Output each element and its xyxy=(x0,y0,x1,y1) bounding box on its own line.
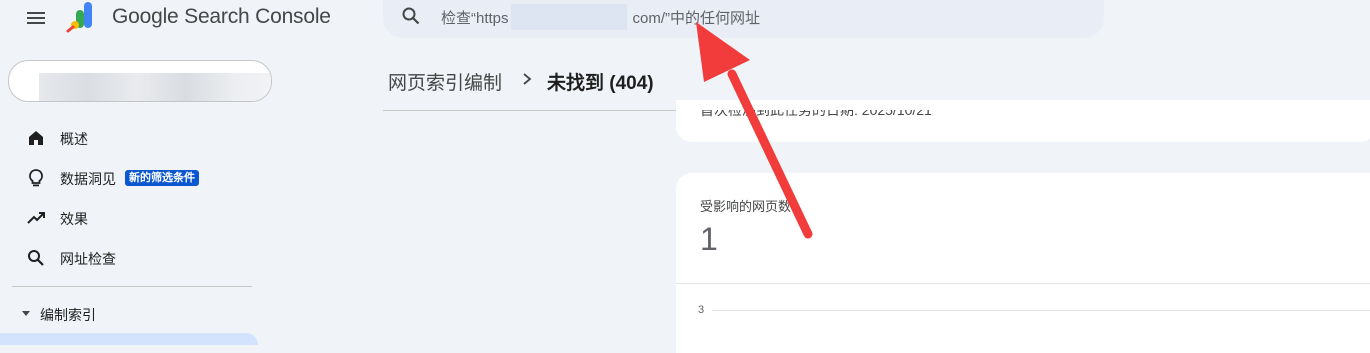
arrow-drop-down-icon xyxy=(22,311,30,316)
card-scroll-cover xyxy=(676,100,1370,110)
sidebar-item-label: 效果 xyxy=(60,211,88,227)
sidebar: Google Search Console 概述 数据洞见 新的筛选条件 效果 … xyxy=(0,0,331,345)
trending-up-icon xyxy=(27,212,45,224)
affected-pages-card: 受影响的网页数 1 3 xyxy=(676,173,1370,353)
new-filter-badge: 新的筛选条件 xyxy=(125,170,199,186)
sidebar-item-performance[interactable]: 效果 xyxy=(0,198,262,238)
product-name: Google Search Console xyxy=(112,5,331,28)
property-selector[interactable] xyxy=(8,60,272,102)
page-title: 未找到 (404) xyxy=(547,73,654,94)
home-icon xyxy=(29,131,43,145)
sidebar-item-label: 概述 xyxy=(60,131,88,147)
placeholder-prefix: 检查“https xyxy=(441,10,509,27)
sidebar-item-label: 网址检查 xyxy=(60,251,116,267)
search-console-logo-icon xyxy=(66,2,92,33)
card-divider xyxy=(676,283,1370,284)
search-icon xyxy=(402,7,420,25)
sidebar-item-overview[interactable]: 概述 xyxy=(0,118,262,158)
sidebar-divider xyxy=(12,286,252,287)
sidebar-item-label: 数据洞见 xyxy=(60,171,116,187)
details-card: 首次检测到此任务的日期: 2025/10/21 xyxy=(676,100,1370,142)
sidebar-section-label: 编制索引 xyxy=(40,307,96,323)
menu-icon[interactable] xyxy=(24,6,48,30)
sidebar-item-active[interactable] xyxy=(0,333,258,345)
sidebar-section-indexing[interactable]: 编制索引 xyxy=(0,300,262,326)
metric-label: 受影响的网页数 xyxy=(700,199,792,214)
property-name-redacted xyxy=(39,73,271,101)
placeholder-suffix: com/”中的任何网址 xyxy=(632,10,761,27)
redacted-domain xyxy=(511,4,627,30)
metric-value: 1 xyxy=(700,221,718,257)
search-icon xyxy=(28,250,44,266)
chart-gridline xyxy=(712,310,1370,311)
chevron-right-icon xyxy=(523,73,532,85)
breadcrumb-parent[interactable]: 网页索引编制 xyxy=(388,68,502,95)
sidebar-item-url-inspection[interactable]: 网址检查 xyxy=(0,238,262,278)
lightbulb-icon xyxy=(29,169,43,187)
url-inspection-search[interactable]: 检查“https com/”中的任何网址 xyxy=(383,0,1104,38)
sidebar-item-insights[interactable]: 数据洞见 新的筛选条件 xyxy=(0,158,262,198)
chart-y-tick-label: 3 xyxy=(698,304,705,316)
